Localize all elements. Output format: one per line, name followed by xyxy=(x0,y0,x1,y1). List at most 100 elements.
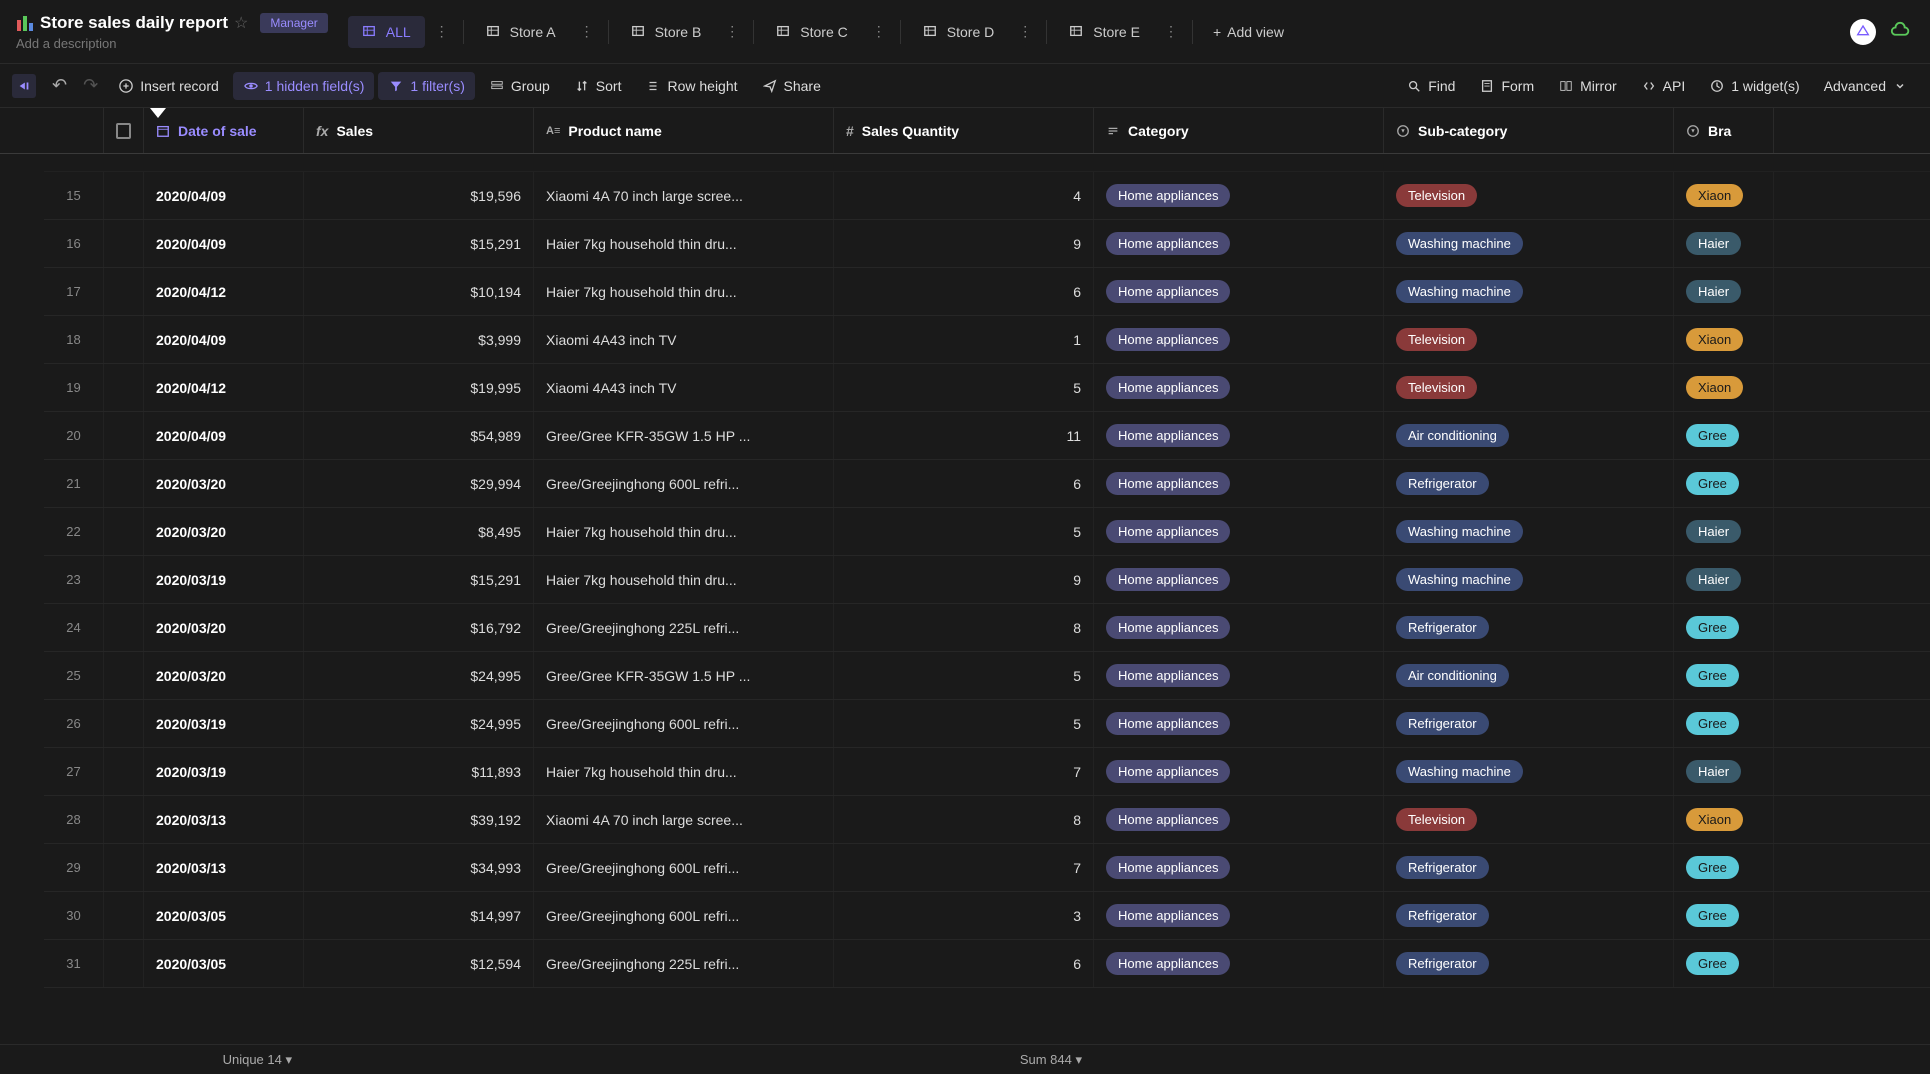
cell-qty[interactable]: 7 xyxy=(834,748,1094,795)
cell-category[interactable]: Home appliances xyxy=(1094,220,1384,267)
cell-qty[interactable]: 6 xyxy=(834,268,1094,315)
column-header-qty[interactable]: # Sales Quantity xyxy=(834,108,1094,153)
row-checkbox[interactable] xyxy=(104,508,144,555)
description-input[interactable]: Add a description xyxy=(16,36,328,51)
row-checkbox[interactable] xyxy=(104,796,144,843)
cell-date[interactable]: 2020/04/09 xyxy=(144,316,304,363)
cell-date[interactable]: 2020/04/09 xyxy=(144,220,304,267)
form-button[interactable]: Form xyxy=(1469,72,1544,100)
cell-brand[interactable]: Xiaon xyxy=(1674,364,1774,411)
cell-date[interactable]: 2020/03/19 xyxy=(144,556,304,603)
row-checkbox[interactable] xyxy=(104,652,144,699)
cell-date[interactable]: 2020/03/20 xyxy=(144,460,304,507)
cell-product[interactable]: Gree/Greejinghong 600L refri... xyxy=(534,892,834,939)
view-tab-more-icon[interactable]: ⋮ xyxy=(1158,19,1184,44)
cell-sales[interactable]: $12,594 xyxy=(304,940,534,987)
cell-brand[interactable]: Gree xyxy=(1674,892,1774,939)
cell-qty[interactable]: 6 xyxy=(834,460,1094,507)
cell-sales[interactable]: $15,291 xyxy=(304,220,534,267)
cell-brand[interactable]: Gree xyxy=(1674,700,1774,747)
cell-qty[interactable]: 7 xyxy=(834,844,1094,891)
cell-date[interactable]: 2020/03/13 xyxy=(144,844,304,891)
cell-subcategory[interactable]: Refrigerator xyxy=(1384,700,1674,747)
cell-subcategory[interactable]: Television xyxy=(1384,796,1674,843)
table-row[interactable]: 152020/04/09$19,596Xiaomi 4A 70 inch lar… xyxy=(44,172,1930,220)
table-row[interactable]: 242020/03/20$16,792Gree/Greejinghong 225… xyxy=(44,604,1930,652)
cell-subcategory[interactable]: Refrigerator xyxy=(1384,604,1674,651)
advanced-button[interactable]: Advanced xyxy=(1814,72,1918,100)
row-checkbox[interactable] xyxy=(104,220,144,267)
table-row[interactable]: 222020/03/20$8,495Haier 7kg household th… xyxy=(44,508,1930,556)
cell-date[interactable]: 2020/03/19 xyxy=(144,700,304,747)
cell-brand[interactable]: Gree xyxy=(1674,460,1774,507)
cell-sales[interactable]: $3,999 xyxy=(304,316,534,363)
cell-brand[interactable]: Haier xyxy=(1674,748,1774,795)
cell-category[interactable]: Home appliances xyxy=(1094,844,1384,891)
cell-qty[interactable]: 5 xyxy=(834,364,1094,411)
cell-category[interactable]: Home appliances xyxy=(1094,508,1384,555)
cell-subcategory[interactable]: Washing machine xyxy=(1384,748,1674,795)
widgets-button[interactable]: 1 widget(s) xyxy=(1699,72,1809,100)
select-all-checkbox[interactable] xyxy=(104,108,144,153)
insert-record-button[interactable]: Insert record xyxy=(108,72,229,100)
table-row[interactable]: 282020/03/13$39,192Xiaomi 4A 70 inch lar… xyxy=(44,796,1930,844)
view-tab-more-icon[interactable]: ⋮ xyxy=(574,19,600,44)
cell-category[interactable]: Home appliances xyxy=(1094,700,1384,747)
cell-date[interactable]: 2020/04/12 xyxy=(144,364,304,411)
cell-sales[interactable]: $24,995 xyxy=(304,700,534,747)
row-checkbox[interactable] xyxy=(104,844,144,891)
table-row[interactable]: 192020/04/12$19,995Xiaomi 4A43 inch TV5H… xyxy=(44,364,1930,412)
row-checkbox[interactable] xyxy=(104,460,144,507)
cell-category[interactable]: Home appliances xyxy=(1094,796,1384,843)
cell-subcategory[interactable]: Washing machine xyxy=(1384,268,1674,315)
filters-button[interactable]: 1 filter(s) xyxy=(378,72,474,100)
mirror-button[interactable]: Mirror xyxy=(1548,72,1627,100)
cell-subcategory[interactable]: Washing machine xyxy=(1384,508,1674,555)
undo-button[interactable]: ↶ xyxy=(46,71,73,100)
cell-product[interactable]: Gree/Greejinghong 600L refri... xyxy=(534,844,834,891)
cell-subcategory[interactable]: Television xyxy=(1384,172,1674,219)
cell-date[interactable]: 2020/03/20 xyxy=(144,508,304,555)
cell-subcategory[interactable]: Washing machine xyxy=(1384,220,1674,267)
cell-product[interactable]: Xiaomi 4A43 inch TV xyxy=(534,364,834,411)
cell-subcategory[interactable]: Refrigerator xyxy=(1384,892,1674,939)
cell-sales[interactable]: $19,596 xyxy=(304,172,534,219)
cell-sales[interactable]: $11,893 xyxy=(304,748,534,795)
cell-date[interactable]: 2020/03/13 xyxy=(144,796,304,843)
view-tab-more-icon[interactable]: ⋮ xyxy=(1012,19,1038,44)
column-header-product[interactable]: A≡ Product name xyxy=(534,108,834,153)
table-row[interactable]: 262020/03/19$24,995Gree/Greejinghong 600… xyxy=(44,700,1930,748)
cell-category[interactable]: Home appliances xyxy=(1094,268,1384,315)
favorite-star-icon[interactable]: ☆ xyxy=(234,13,248,33)
cell-brand[interactable]: Xiaon xyxy=(1674,316,1774,363)
view-tab-store-e[interactable]: Store E xyxy=(1055,16,1154,48)
cell-product[interactable]: Gree/Gree KFR-35GW 1.5 HP ... xyxy=(534,652,834,699)
add-view-button[interactable]: +Add view xyxy=(1201,16,1296,48)
cell-date[interactable]: 2020/03/20 xyxy=(144,652,304,699)
cell-product[interactable]: Haier 7kg household thin dru... xyxy=(534,556,834,603)
cell-qty[interactable]: 11 xyxy=(834,412,1094,459)
table-row[interactable]: 312020/03/05$12,594Gree/Greejinghong 225… xyxy=(44,940,1930,988)
view-tab-more-icon[interactable]: ⋮ xyxy=(719,19,745,44)
cell-brand[interactable]: Gree xyxy=(1674,652,1774,699)
cell-sales[interactable]: $54,989 xyxy=(304,412,534,459)
cell-brand[interactable]: Haier xyxy=(1674,268,1774,315)
row-checkbox[interactable] xyxy=(104,412,144,459)
column-header-category[interactable]: Category xyxy=(1094,108,1384,153)
row-checkbox[interactable] xyxy=(104,172,144,219)
cell-product[interactable]: Gree/Gree KFR-35GW 1.5 HP ... xyxy=(534,412,834,459)
hidden-fields-button[interactable]: 1 hidden field(s) xyxy=(233,72,375,100)
cell-date[interactable]: 2020/03/05 xyxy=(144,892,304,939)
cell-product[interactable]: Xiaomi 4A 70 inch large scree... xyxy=(534,796,834,843)
cell-qty[interactable]: 9 xyxy=(834,556,1094,603)
cell-brand[interactable]: Xiaon xyxy=(1674,796,1774,843)
cell-category[interactable]: Home appliances xyxy=(1094,172,1384,219)
table-row[interactable]: 162020/04/09$15,291Haier 7kg household t… xyxy=(44,220,1930,268)
cell-category[interactable]: Home appliances xyxy=(1094,556,1384,603)
column-header-brand[interactable]: Bra xyxy=(1674,108,1774,153)
table-row[interactable]: 172020/04/12$10,194Haier 7kg household t… xyxy=(44,268,1930,316)
view-tab-store-d[interactable]: Store D xyxy=(909,16,1008,48)
cell-subcategory[interactable]: Washing machine xyxy=(1384,556,1674,603)
table-row[interactable]: 202020/04/09$54,989Gree/Gree KFR-35GW 1.… xyxy=(44,412,1930,460)
cell-sales[interactable]: $16,792 xyxy=(304,604,534,651)
